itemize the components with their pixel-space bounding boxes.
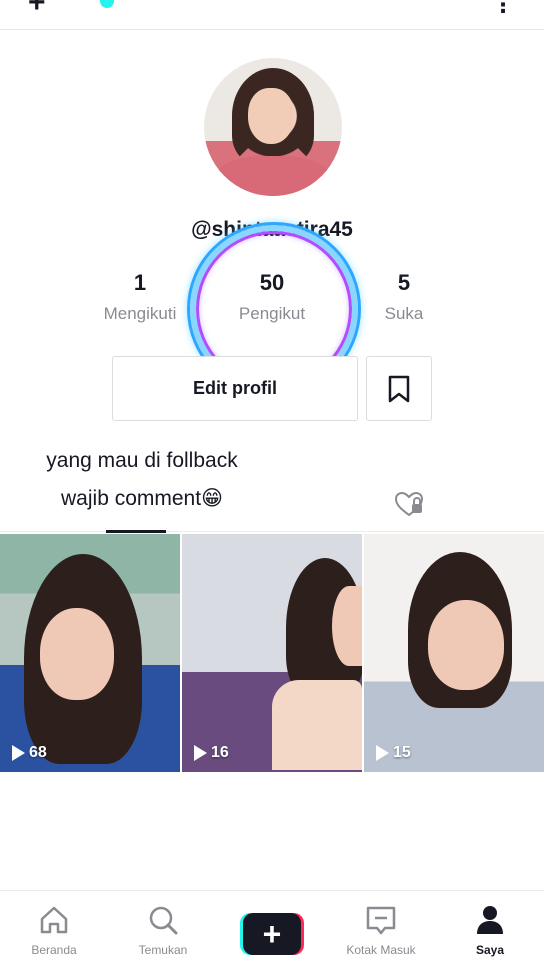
following-count: 1 bbox=[133, 270, 147, 295]
create-video-button[interactable]: + bbox=[240, 913, 304, 955]
following-label: Mengikuti bbox=[103, 304, 177, 323]
view-count: 15 bbox=[393, 744, 411, 761]
video-thumbnail-2[interactable]: 16 bbox=[182, 534, 362, 772]
videos-tab-indicator[interactable] bbox=[106, 530, 166, 533]
video-views-2: 16 bbox=[194, 744, 229, 762]
inbox-icon bbox=[366, 906, 396, 935]
video-grid: 68 16 15 bbox=[0, 534, 544, 772]
plus-icon: + bbox=[243, 913, 301, 955]
play-icon bbox=[194, 745, 207, 761]
view-count: 16 bbox=[211, 744, 229, 761]
edit-profile-button[interactable]: Edit profil bbox=[112, 356, 358, 421]
likes-count: 5 bbox=[397, 270, 411, 295]
nav-home[interactable]: Beranda bbox=[6, 903, 102, 957]
profile-avatar[interactable] bbox=[204, 58, 342, 196]
avatar-shirt bbox=[214, 156, 332, 196]
nav-profile-label: Saya bbox=[475, 943, 505, 957]
nav-home-label: Beranda bbox=[31, 943, 77, 957]
home-icon bbox=[40, 906, 68, 934]
nav-discover-label: Temukan bbox=[138, 943, 188, 957]
view-count: 68 bbox=[29, 744, 47, 761]
top-bar: + ⋮ bbox=[0, 0, 544, 30]
profile-tabs bbox=[0, 474, 544, 532]
thumbnail-face bbox=[428, 600, 504, 690]
video-views-1: 68 bbox=[12, 744, 47, 762]
more-icon[interactable]: ⋮ bbox=[492, 0, 514, 18]
thumbnail-face bbox=[332, 586, 362, 666]
stat-likes[interactable]: 5 Suka bbox=[344, 270, 464, 324]
play-icon bbox=[376, 745, 389, 761]
profile-icon bbox=[477, 906, 503, 934]
likes-label: Suka bbox=[384, 304, 424, 323]
play-icon bbox=[12, 745, 25, 761]
thumbnail-shirt bbox=[272, 680, 362, 770]
favorites-button[interactable] bbox=[366, 356, 432, 421]
thumbnail-face bbox=[40, 608, 114, 700]
video-thumbnail-1[interactable]: 68 bbox=[0, 534, 180, 772]
video-views-3: 15 bbox=[376, 744, 411, 762]
nav-inbox[interactable]: Kotak Masuk bbox=[333, 903, 429, 957]
add-user-icon[interactable]: + bbox=[28, 0, 46, 20]
nav-profile[interactable]: Saya bbox=[442, 903, 538, 957]
bookmark-icon bbox=[388, 375, 410, 402]
video-thumbnail-3[interactable]: 15 bbox=[364, 534, 544, 772]
tiktok-logo-fragment bbox=[100, 0, 114, 8]
avatar-face bbox=[248, 88, 294, 144]
nav-inbox-label: Kotak Masuk bbox=[346, 943, 416, 957]
liked-videos-lock-icon[interactable] bbox=[392, 490, 426, 518]
search-icon bbox=[149, 906, 178, 935]
stat-following[interactable]: 1 Mengikuti bbox=[80, 270, 200, 324]
nav-discover[interactable]: Temukan bbox=[115, 903, 211, 957]
